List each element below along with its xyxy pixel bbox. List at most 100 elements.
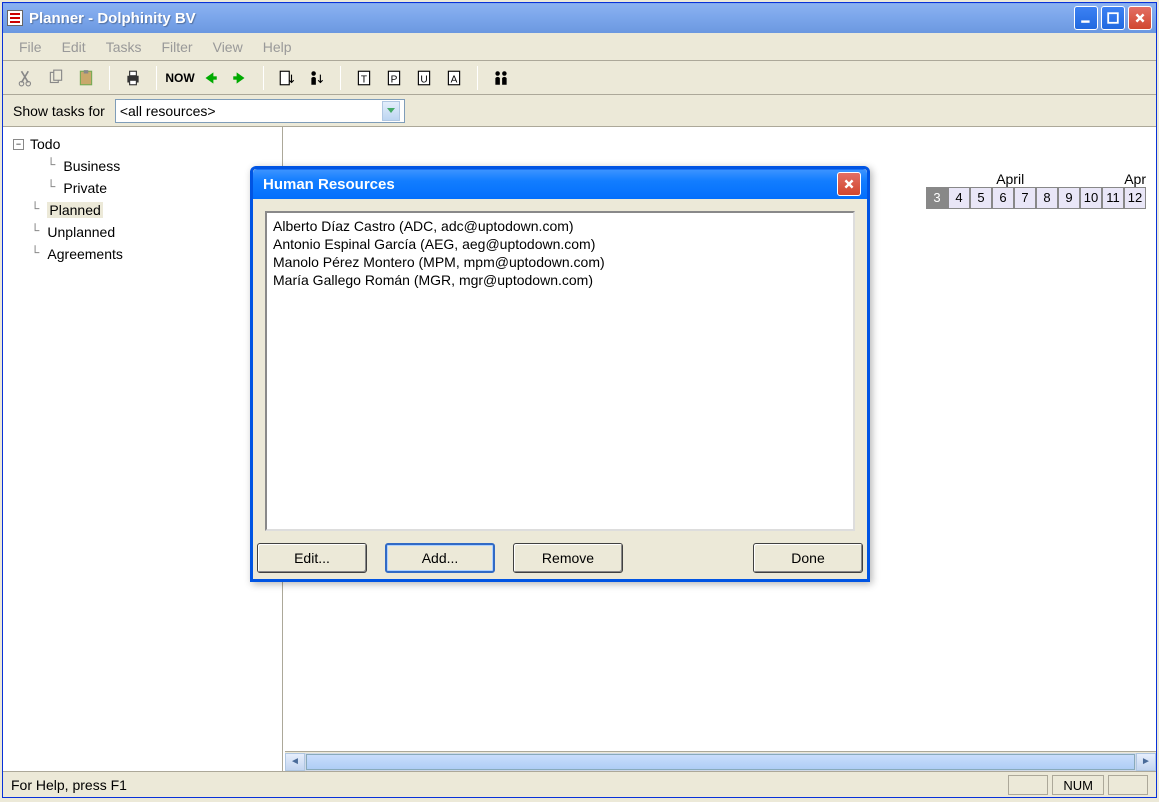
remove-button[interactable]: Remove xyxy=(513,543,623,573)
tree-line-icon: └ xyxy=(31,246,39,262)
scroll-track[interactable] xyxy=(305,753,1136,771)
statusbar: For Help, press F1 NUM xyxy=(3,771,1156,797)
scroll-right-icon[interactable]: ► xyxy=(1136,753,1156,771)
spacer xyxy=(641,543,735,573)
filterbar: Show tasks for <all resources> xyxy=(3,95,1156,127)
resources-combo[interactable]: <all resources> xyxy=(115,99,405,123)
dialog-titlebar[interactable]: Human Resources xyxy=(253,169,867,199)
sort-doc-icon[interactable] xyxy=(274,65,300,91)
svg-text:T: T xyxy=(361,74,367,85)
tree-label: Business xyxy=(63,158,120,174)
toolbar-separator xyxy=(263,66,264,90)
day-cell[interactable]: 11 xyxy=(1102,187,1124,209)
arrow-left-icon[interactable] xyxy=(197,65,223,91)
doc-u-icon[interactable]: U xyxy=(411,65,437,91)
titlebar: Planner - Dolphinity BV xyxy=(3,3,1156,33)
status-help-text: For Help, press F1 xyxy=(11,777,127,793)
resources-listbox[interactable]: Alberto Díaz Castro (ADC, adc@uptodown.c… xyxy=(265,211,855,531)
dialog-button-row: Edit... Add... Remove Done xyxy=(253,543,867,579)
people-icon[interactable] xyxy=(488,65,514,91)
toolbar-separator xyxy=(156,66,157,90)
tree-label: Unplanned xyxy=(47,224,115,240)
dialog-close-button[interactable] xyxy=(837,172,861,196)
copy-icon[interactable] xyxy=(43,65,69,91)
day-cell[interactable]: 12 xyxy=(1124,187,1146,209)
add-button[interactable]: Add... xyxy=(385,543,495,573)
list-item[interactable]: Manolo Pérez Montero (MPM, mpm@uptodown.… xyxy=(273,253,847,271)
day-cell[interactable]: 10 xyxy=(1080,187,1102,209)
toolbar-separator xyxy=(340,66,341,90)
human-resources-dialog: Human Resources Alberto Díaz Castro (ADC… xyxy=(250,166,870,582)
tree-label: Private xyxy=(63,180,107,196)
window-buttons xyxy=(1074,6,1152,30)
tree-item-planned[interactable]: └ Planned xyxy=(7,199,278,221)
list-item[interactable]: Alberto Díaz Castro (ADC, adc@uptodown.c… xyxy=(273,217,847,235)
tree-label-selected: Planned xyxy=(47,202,102,218)
minimize-button[interactable] xyxy=(1074,6,1098,30)
doc-p-icon[interactable]: P xyxy=(381,65,407,91)
tree-view[interactable]: − Todo └ Business └ Private └ Planned └ Unpl… xyxy=(3,127,283,771)
doc-t-icon[interactable]: T xyxy=(351,65,377,91)
arrow-right-icon[interactable] xyxy=(227,65,253,91)
app-icon xyxy=(7,10,23,26)
tree-root-todo[interactable]: − Todo xyxy=(7,133,278,155)
cut-icon[interactable] xyxy=(13,65,39,91)
dialog-title-text: Human Resources xyxy=(259,176,837,193)
status-cell-empty2 xyxy=(1108,775,1148,795)
svg-text:U: U xyxy=(420,74,427,85)
day-cell[interactable]: 9 xyxy=(1058,187,1080,209)
day-cell[interactable]: 4 xyxy=(948,187,970,209)
menu-filter[interactable]: Filter xyxy=(151,35,202,59)
menu-view[interactable]: View xyxy=(203,35,253,59)
month-label: Apr xyxy=(1124,171,1146,187)
list-item[interactable]: María Gallego Román (MGR, mgr@uptodown.c… xyxy=(273,271,847,289)
print-icon[interactable] xyxy=(120,65,146,91)
day-cell[interactable]: 6 xyxy=(992,187,1014,209)
day-cell[interactable]: 7 xyxy=(1014,187,1036,209)
collapse-icon[interactable]: − xyxy=(13,139,24,150)
day-cell[interactable]: 5 xyxy=(970,187,992,209)
menubar: File Edit Tasks Filter View Help xyxy=(3,33,1156,61)
status-indicators: NUM xyxy=(1008,775,1148,795)
tree-line-icon: └ xyxy=(47,158,55,174)
menu-edit[interactable]: Edit xyxy=(52,35,96,59)
combo-value: <all resources> xyxy=(120,103,216,119)
paste-icon[interactable] xyxy=(73,65,99,91)
doc-a-icon[interactable]: A xyxy=(441,65,467,91)
menu-help[interactable]: Help xyxy=(253,35,302,59)
now-button[interactable]: NOW xyxy=(167,65,193,91)
toolbar-separator xyxy=(477,66,478,90)
menu-file[interactable]: File xyxy=(9,35,52,59)
tree-item-business[interactable]: └ Business xyxy=(7,155,278,177)
scroll-left-icon[interactable]: ◄ xyxy=(285,753,305,771)
day-cell-selected[interactable]: 3 xyxy=(926,187,948,209)
tree-line-icon: └ xyxy=(31,224,39,240)
filter-label: Show tasks for xyxy=(13,103,105,119)
horizontal-scrollbar[interactable]: ◄ ► xyxy=(285,751,1156,771)
tree-item-agreements[interactable]: └ Agreements xyxy=(7,243,278,265)
done-button[interactable]: Done xyxy=(753,543,863,573)
tree-item-unplanned[interactable]: └ Unplanned xyxy=(7,221,278,243)
status-num: NUM xyxy=(1052,775,1104,795)
maximize-button[interactable] xyxy=(1101,6,1125,30)
close-main-button[interactable] xyxy=(1128,6,1152,30)
chevron-down-icon[interactable] xyxy=(382,101,400,121)
dialog-body: Alberto Díaz Castro (ADC, adc@uptodown.c… xyxy=(253,199,867,543)
scroll-thumb[interactable] xyxy=(306,754,1135,770)
day-cell[interactable]: 8 xyxy=(1036,187,1058,209)
edit-button[interactable]: Edit... xyxy=(257,543,367,573)
svg-text:P: P xyxy=(391,74,398,85)
tree-line-icon: └ xyxy=(47,180,55,196)
toolbar: NOW T P U A xyxy=(3,61,1156,95)
toolbar-separator xyxy=(109,66,110,90)
tree-label: Agreements xyxy=(47,246,122,262)
sort-person-icon[interactable] xyxy=(304,65,330,91)
tree-line-icon: └ xyxy=(31,202,39,218)
svg-text:A: A xyxy=(451,74,458,85)
status-cell-empty1 xyxy=(1008,775,1048,795)
menu-tasks[interactable]: Tasks xyxy=(96,35,152,59)
list-item[interactable]: Antonio Espinal García (AEG, aeg@uptodow… xyxy=(273,235,847,253)
month-label: April xyxy=(996,171,1024,187)
tree-item-private[interactable]: └ Private xyxy=(7,177,278,199)
window-title: Planner - Dolphinity BV xyxy=(29,10,1074,27)
